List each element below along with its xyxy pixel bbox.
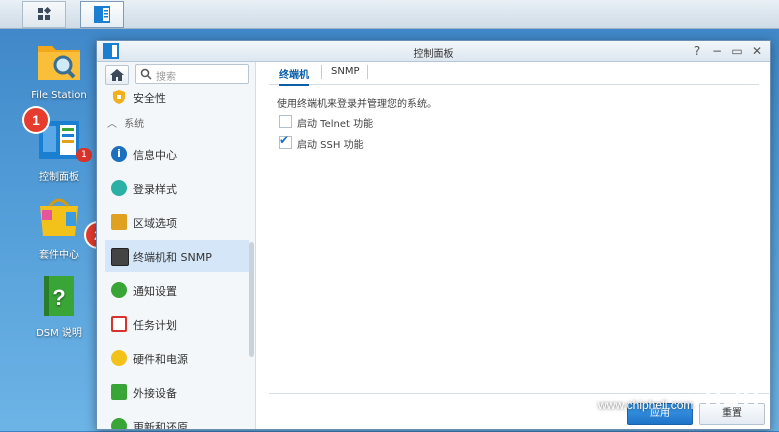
bulb-icon [111, 350, 127, 366]
close-button[interactable]: ✕ [749, 43, 765, 59]
sidebar-item-label: 更新和还原 [133, 421, 188, 429]
region-icon [111, 214, 127, 230]
desktop-icon-label: 控制面板 [39, 172, 79, 183]
ssh-checkbox[interactable] [279, 133, 292, 149]
sidebar-item-login-style[interactable]: 登录样式 [105, 172, 249, 204]
sidebar-item-terminal-snmp[interactable]: 终端机和 SNMP [105, 240, 249, 272]
sidebar-item-info-center[interactable]: i 信息中心 [105, 138, 249, 170]
control-panel-window: 控制面板 ? − ▭ ✕ 搜索 安全性 ︿ 系统 i 信息中心 登录样式 区域选… [96, 40, 771, 430]
terminal-icon [111, 248, 129, 266]
tab-bar: 终端机 SNMP [269, 62, 759, 86]
chiphell-logo-icon [702, 334, 758, 406]
chevron-up-icon: ︿ [107, 119, 117, 130]
sidebar-item-label: 区域选项 [133, 217, 177, 230]
chat-icon [111, 282, 127, 298]
description-text: 使用终端机来登录并管理您的系统。 [277, 99, 437, 110]
desktop-icon-dsm-help[interactable]: ? DSM 说明 [21, 274, 97, 339]
home-icon [110, 69, 124, 81]
sidebar: 搜索 安全性 ︿ 系统 i 信息中心 登录样式 区域选项 终端机和 SNMP 通… [97, 62, 256, 429]
desktop-icon-label: 套件中心 [39, 250, 79, 261]
sidebar-item-notification[interactable]: 通知设置 [105, 274, 249, 306]
desktop-icon-package-center[interactable]: 套件中心 [21, 196, 97, 261]
section-header-system[interactable]: ︿ 系统 [107, 115, 144, 130]
minimize-button[interactable]: − [709, 43, 725, 59]
info-icon: i [111, 146, 127, 162]
tab-divider [321, 65, 322, 79]
shield-icon [113, 90, 125, 104]
tab-snmp[interactable]: SNMP [331, 66, 360, 77]
step-marker-1: 1 [24, 108, 48, 132]
help-button[interactable]: ? [689, 43, 705, 59]
calendar-icon [111, 316, 127, 332]
sidebar-item-region[interactable]: 区域选项 [105, 206, 249, 238]
folder-search-icon [38, 46, 80, 80]
telnet-checkbox[interactable] [279, 115, 292, 128]
sidebar-item-label: 外接设备 [133, 387, 177, 400]
taskbar-control-panel-button[interactable] [80, 1, 124, 28]
tab-terminal[interactable]: 终端机 [279, 66, 309, 86]
sidebar-item-label: 登录样式 [133, 183, 177, 196]
svg-text:?: ? [52, 285, 65, 310]
desktop-icon-label: DSM 说明 [36, 328, 82, 339]
main-menu-button[interactable] [22, 1, 66, 28]
desktop-icon-file-station[interactable]: File Station [21, 40, 97, 101]
taskbar [0, 0, 779, 29]
window-titlebar[interactable]: 控制面板 ? − ▭ ✕ [97, 41, 770, 62]
watermark-logo [698, 332, 770, 422]
section-label: 系统 [124, 119, 145, 130]
window-title: 控制面板 [413, 49, 454, 60]
package-center-icon [40, 198, 78, 236]
sidebar-item-security[interactable]: 安全性 [105, 84, 249, 110]
sidebar-item-label: 信息中心 [133, 149, 177, 162]
search-placeholder: 搜索 [156, 72, 176, 83]
desktop-icon-label: File Station [31, 90, 87, 101]
sidebar-item-label: 任务计划 [133, 319, 177, 332]
sidebar-item-label: 硬件和电源 [133, 353, 188, 366]
control-panel-icon [94, 6, 110, 23]
upload-icon [111, 384, 127, 400]
tab-divider [367, 65, 368, 79]
help-book-icon: ? [44, 276, 74, 316]
home-button[interactable] [105, 65, 129, 85]
sidebar-item-external-devices[interactable]: 外接设备 [105, 376, 249, 408]
palette-icon [111, 180, 127, 196]
sidebar-item-task-scheduler[interactable]: 任务计划 [105, 308, 249, 340]
sidebar-item-label: 终端机和 SNMP [133, 251, 212, 264]
sidebar-item-update-restore[interactable]: 更新和还原 [105, 410, 249, 429]
search-input[interactable]: 搜索 [135, 64, 249, 84]
search-icon [140, 68, 152, 80]
telnet-label: 启动 Telnet 功能 [297, 119, 374, 130]
maximize-button[interactable]: ▭ [729, 43, 745, 59]
sidebar-scrollbar[interactable] [249, 242, 254, 357]
watermark-url: www.chiphell.com [598, 398, 694, 412]
notification-badge: 1 [76, 148, 92, 162]
sidebar-item-label: 通知设置 [133, 285, 177, 298]
footer-divider [269, 393, 769, 394]
refresh-icon [111, 418, 127, 429]
sidebar-item-hardware-power[interactable]: 硬件和电源 [105, 342, 249, 374]
grid-icon [38, 6, 52, 20]
ssh-label: 启动 SSH 功能 [297, 140, 364, 151]
sidebar-item-label: 安全性 [133, 92, 166, 105]
